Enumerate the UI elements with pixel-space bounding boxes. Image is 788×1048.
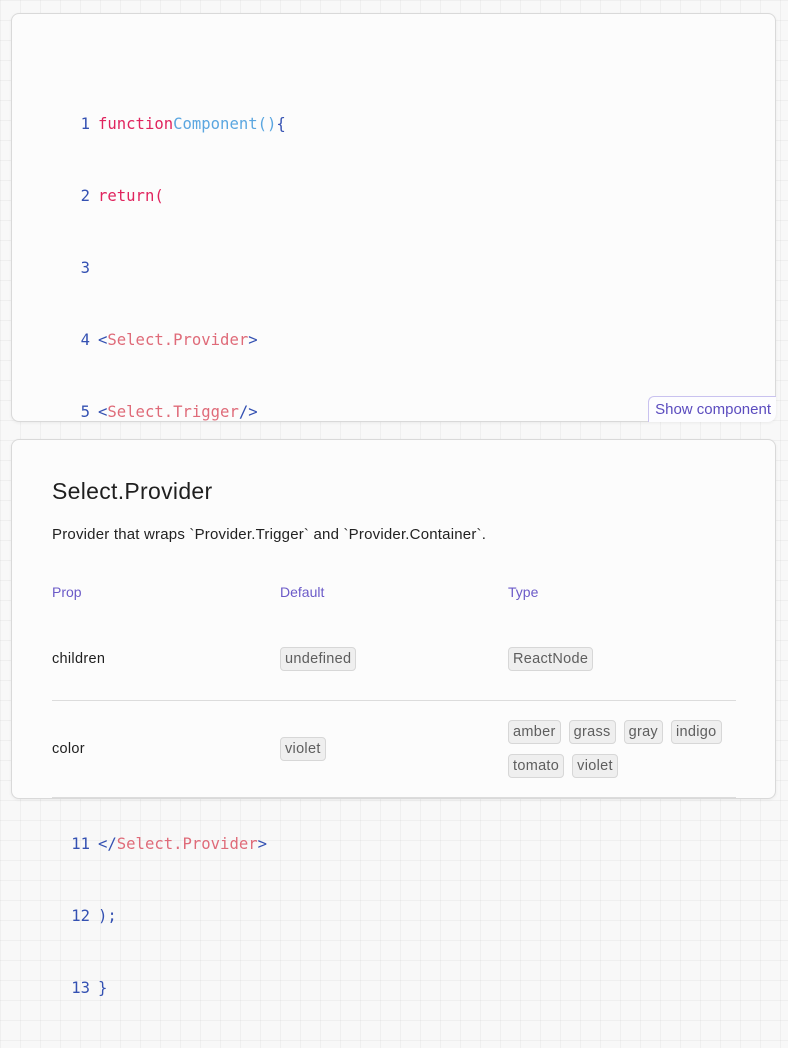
code-line: 13 } — [60, 976, 558, 1000]
code-line: 2 return ( — [60, 184, 558, 208]
close-paren: ); — [98, 907, 117, 925]
line-number: 5 — [80, 403, 90, 421]
table-header: Prop Default Type — [52, 580, 736, 604]
code-line: 11 </Select.Provider > — [60, 832, 558, 856]
component-description: Provider that wraps `Provider.Trigger` a… — [52, 526, 487, 543]
type-chip: indigo — [671, 720, 722, 744]
prop-name: color — [52, 741, 85, 757]
type-chip: grass — [568, 720, 616, 744]
component-title: Select.Provider — [52, 478, 213, 504]
line-number: 1 — [80, 115, 90, 133]
table-row: color violet amber grass gray indigo tom… — [52, 701, 736, 798]
line-number: 12 — [71, 907, 90, 925]
code-line: 12 ); — [60, 904, 558, 928]
table-row: children undefined ReactNode — [52, 604, 736, 701]
jsx-tag: Select.Provider — [107, 331, 249, 349]
code-line: 3 — [60, 256, 558, 280]
type-chip: ReactNode — [508, 647, 594, 671]
line-number: 11 — [71, 835, 90, 853]
line-number: 2 — [80, 187, 90, 205]
type-chips: amber grass gray indigo tomato violet — [508, 720, 736, 778]
code-line: 1 function Component() { — [60, 112, 558, 136]
jsx-tag: Select.Provider — [116, 835, 258, 853]
keyword: return — [98, 187, 155, 205]
type-chip: tomato — [508, 754, 565, 778]
function-name: Component — [173, 115, 258, 133]
parens: () — [257, 115, 277, 133]
brace: { — [276, 115, 286, 133]
line-number: 4 — [80, 331, 90, 349]
code-line: 5 < Select.Trigger /> — [60, 400, 558, 424]
column-header-default: Default — [280, 584, 325, 600]
column-header-type: Type — [508, 584, 539, 600]
line-number: 3 — [80, 259, 90, 277]
show-component-button[interactable]: Show component — [648, 396, 776, 422]
close-brace: } — [98, 979, 108, 997]
keyword: function — [98, 115, 174, 133]
jsx-tag: Select.Trigger — [107, 403, 239, 421]
type-chip: gray — [623, 720, 663, 744]
default-value-chip: violet — [280, 737, 326, 761]
code-example-card: 1 function Component() { 2 return ( 3 4 <… — [11, 13, 776, 997]
code-line: 4 < Select.Provider > — [60, 328, 558, 352]
prop-name: children — [52, 651, 106, 667]
paren: ( — [154, 187, 164, 205]
type-chip: amber — [508, 720, 561, 744]
line-number: 13 — [71, 979, 90, 997]
props-table: Prop Default Type children undefined Rea… — [52, 580, 736, 798]
type-chips: ReactNode — [508, 647, 736, 671]
column-header-prop: Prop — [52, 584, 82, 600]
type-chip: violet — [572, 754, 618, 778]
props-doc-card: Select.Provider Provider that wraps `Pro… — [11, 439, 776, 799]
default-value-chip: undefined — [280, 647, 357, 671]
